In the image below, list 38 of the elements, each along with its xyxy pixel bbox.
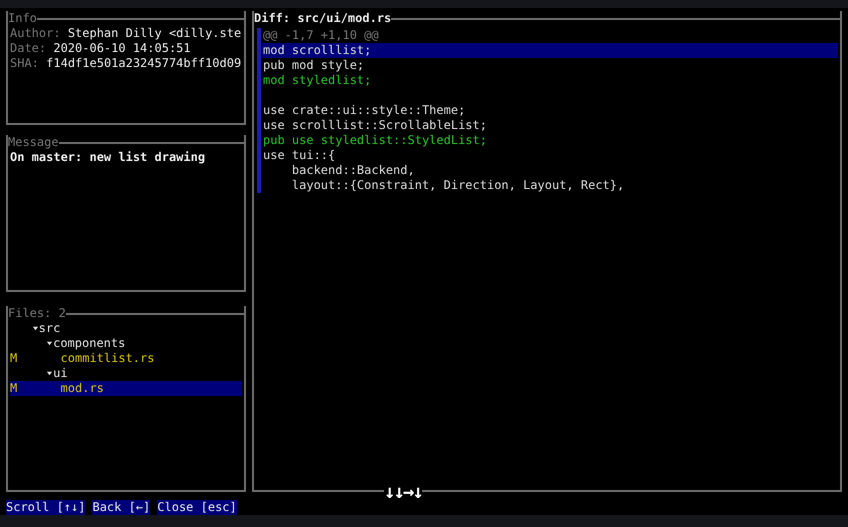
folder-row[interactable]: src <box>10 321 242 336</box>
field-value: Stephan Dilly <dilly.ste <box>68 26 242 40</box>
field-label: Author: <box>10 26 61 40</box>
caret-icon[interactable] <box>32 325 39 332</box>
diff-line[interactable]: @@ -1,7 +1,10 @@ <box>262 28 838 43</box>
diff-line[interactable]: layout::{Constraint, Direction, Layout, Rect}, <box>262 178 838 193</box>
caret-icon[interactable] <box>46 370 54 377</box>
panel-title: Message <box>8 135 59 150</box>
diff-line[interactable]: use crate::ui::style::Theme; <box>262 103 838 118</box>
field-label: Date: <box>10 41 46 55</box>
folder-row[interactable]: ui <box>10 366 242 381</box>
command-button[interactable]: Scroll [↑↓] <box>6 500 86 515</box>
caret-icon[interactable] <box>46 340 54 347</box>
field-label: SHA: <box>10 56 39 70</box>
file-name: mod.rs <box>60 381 104 396</box>
folder-name: src <box>38 321 60 336</box>
command-button[interactable]: Close [esc] <box>157 500 237 515</box>
diff-line[interactable]: use scrolllist::ScrollableList; <box>262 118 838 133</box>
status-letter: M <box>10 381 18 396</box>
diff-line[interactable]: pub use styledlist::StyledList; <box>262 133 838 148</box>
status-letter: M <box>10 351 18 366</box>
panel-title: Files: 2 <box>8 306 66 321</box>
file-row[interactable]: M mod.rs <box>10 381 242 396</box>
file-row[interactable]: M commitlist.rs <box>10 351 242 366</box>
panel-title: Diff: src/ui/mod.rs <box>254 11 392 26</box>
commit-message: On master: new list drawing <box>10 150 206 164</box>
diff-line[interactable]: backend::Backend, <box>262 163 838 178</box>
folder-name: components <box>53 336 126 351</box>
diff-line[interactable]: mod styledlist; <box>262 73 838 88</box>
file-name: commitlist.rs <box>60 351 154 366</box>
field-value: 2020-06-10 14:05:51 <box>53 41 191 55</box>
folder-name: ui <box>53 366 68 381</box>
field-value: f14df1e501a23245774bff10d09 <box>46 56 242 70</box>
diff-line[interactable]: pub mod style; <box>262 58 838 73</box>
command-button[interactable]: Back [←] <box>92 500 150 515</box>
diff-line[interactable]: use tui::{ <box>262 148 838 163</box>
panel-title: Info <box>8 11 37 26</box>
folder-row[interactable]: components <box>10 336 242 351</box>
